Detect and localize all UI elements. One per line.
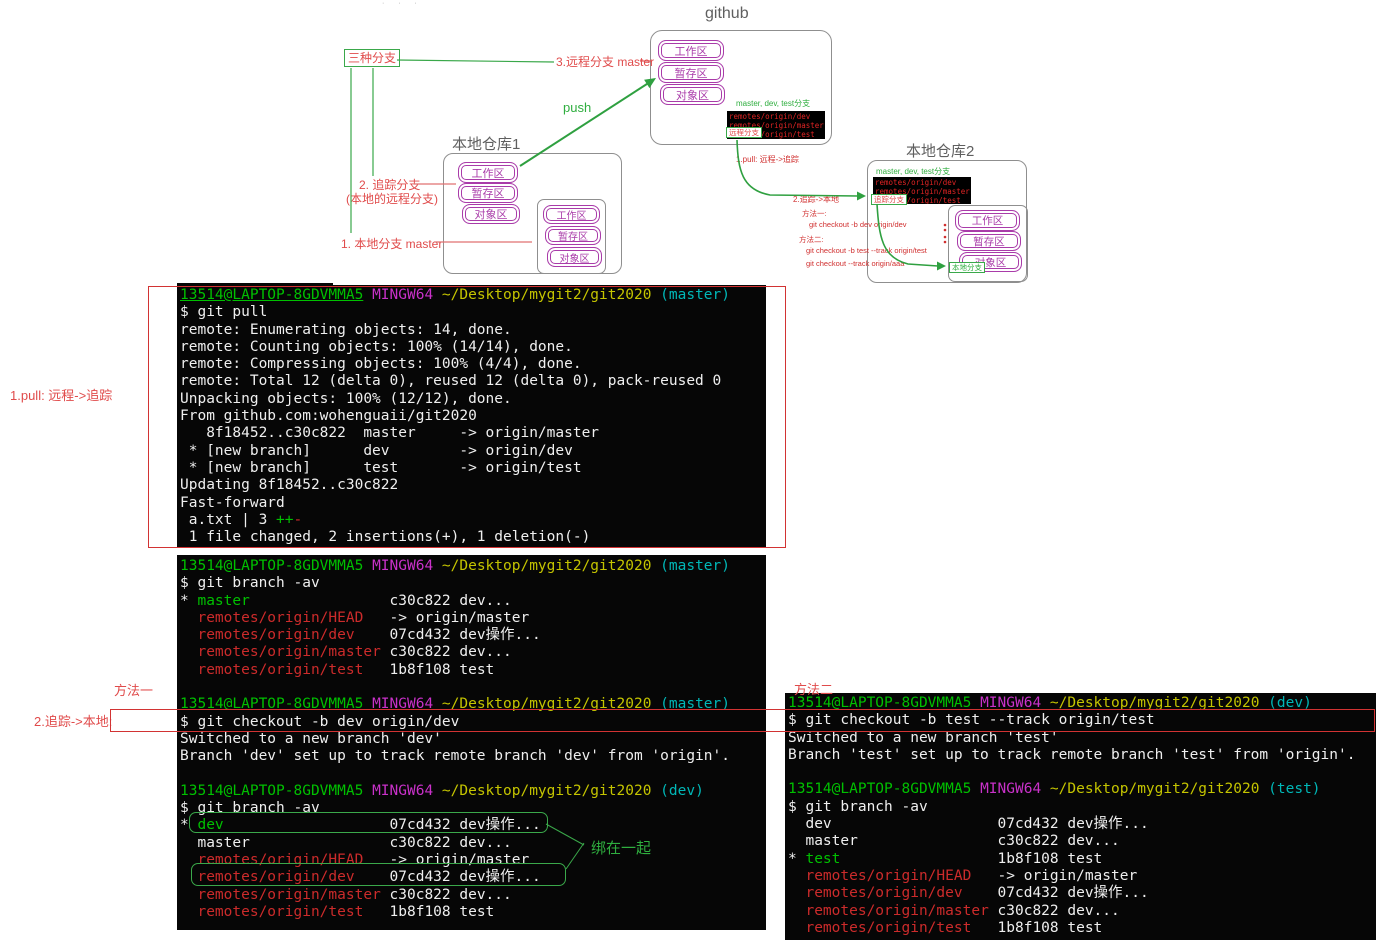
label-remote-branch: 3.远程分支 master (556, 53, 654, 70)
repo2-method2-label: 方法二: (799, 234, 824, 245)
repo2-track-note: 2.追踪->本地 (793, 194, 839, 205)
repo1-title: 本地仓库1 (452, 133, 520, 154)
github-workspace-box: 工作区 (658, 40, 724, 61)
repo1-inner-stage-box: 暂存区 (545, 226, 601, 245)
repo1-workspace-box: 工作区 (458, 162, 518, 183)
github-object-box: 对象区 (660, 84, 725, 105)
highlight-box-pull-output (148, 286, 786, 548)
repo2-title: 本地仓库2 (906, 140, 974, 161)
highlight-box-remote-dev-branch (191, 863, 566, 886)
repo2-method1-cmd: git checkout -b dev origin/dev (809, 220, 907, 229)
page: · · · 三种分支 3.远程分支 master 2. 追踪分支 (本地的远程分… (0, 0, 1386, 940)
repo1-inner-object-box: 对象区 (547, 247, 602, 267)
repo2-method2-cmd2: git checkout --track origin/aaa (806, 259, 904, 268)
github-stage-box: 暂存区 (658, 62, 724, 83)
repo1-stage-box: 暂存区 (458, 183, 518, 203)
annotation-track-to-local: 2.追踪->本地: (34, 711, 112, 730)
legend-three-branches: 三种分支 (344, 49, 400, 67)
label-push: push (563, 100, 591, 115)
remote-ref: remotes/origin/dev (729, 112, 823, 121)
label-local-branch: 1. 本地分支 master (341, 235, 442, 252)
label-tracking-branch-sub: (本地的远程分支) (346, 190, 438, 207)
remote-ref: remotes/origin/dev (875, 178, 969, 187)
repo1-inner-workspace-box: 工作区 (543, 205, 600, 224)
github-pull-note: 1.pull: 远程->追踪 (736, 154, 799, 165)
annotation-method2: 方法二 (794, 679, 833, 698)
repo2-stage-box: 暂存区 (957, 231, 1021, 251)
github-title: github (705, 5, 749, 23)
repo2-workspace-box: 工作区 (955, 210, 1020, 231)
repo2-method2-cmd1: git checkout -b test --track origin/test (806, 246, 927, 255)
annotation-method1: 方法一 (114, 680, 153, 699)
repo2-method1-label: 方法一: (802, 208, 827, 219)
annotation-pull: 1.pull: 远程->追踪 (10, 385, 112, 404)
annotation-bound-together: 绑在一起 (591, 837, 651, 858)
github-branches-note: master, dev, test分支 (736, 98, 810, 109)
local-branch-tag: 本地分支 (949, 262, 985, 273)
repo1-object-box: 对象区 (462, 204, 520, 224)
repo2-branches-note: master, dev, test分支 (876, 166, 950, 177)
top-artifact: · · · (382, 0, 423, 7)
tracking-branch-tag: 追踪分支 (871, 194, 907, 205)
highlight-box-checkout-commands (110, 709, 1375, 732)
highlight-box-dev-branch (189, 812, 548, 833)
remote-branch-tag: 远程分支 (726, 127, 762, 138)
